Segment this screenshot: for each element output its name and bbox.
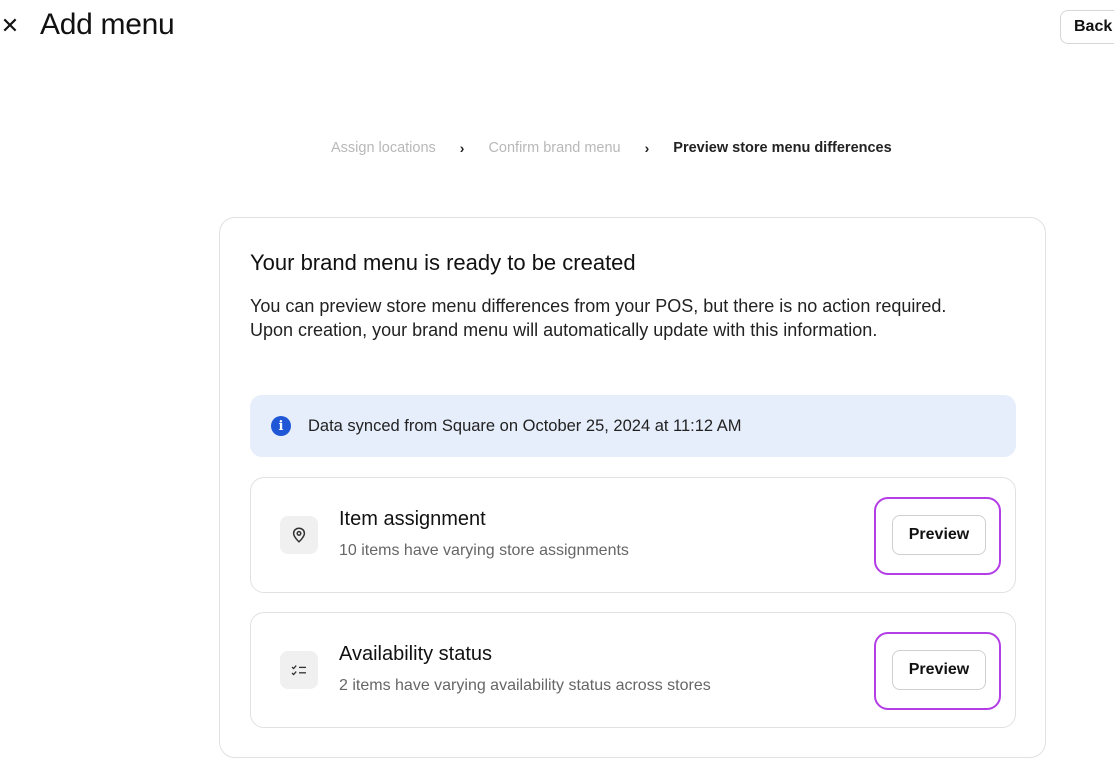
card-title: Your brand menu is ready to be created: [250, 250, 636, 275]
close-button[interactable]: ✕: [0, 10, 20, 42]
close-icon: ✕: [0, 13, 20, 38]
breadcrumb-step-assign-locations[interactable]: Assign locations: [331, 140, 436, 156]
sync-info-banner: i Data synced from Square on October 25,…: [250, 395, 1016, 457]
breadcrumb-step-confirm-brand-menu[interactable]: Confirm brand menu: [488, 140, 620, 156]
availability-status-title: Availability status: [339, 643, 493, 665]
chevron-right-icon: ›: [644, 140, 650, 156]
breadcrumb-step-preview-differences: Preview store menu differences: [673, 140, 892, 156]
breadcrumb: Assign locations › Confirm brand menu › …: [331, 140, 892, 156]
availability-status-subtitle: 2 items have varying availability status…: [339, 677, 711, 694]
item-assignment-subtitle: 10 items have varying store assignments: [339, 542, 629, 559]
item-assignment-preview-button[interactable]: Preview: [892, 515, 986, 555]
sync-info-text: Data synced from Square on October 25, 2…: [308, 416, 742, 435]
menu-ready-card: Your brand menu is ready to be created Y…: [219, 217, 1046, 758]
availability-status-row: Availability status 2 items have varying…: [250, 612, 1016, 728]
chevron-right-icon: ›: [459, 140, 465, 156]
info-icon: i: [271, 416, 291, 436]
item-assignment-row: Item assignment 10 items have varying st…: [250, 477, 1016, 593]
back-button[interactable]: Back: [1060, 10, 1114, 44]
availability-status-preview-button[interactable]: Preview: [892, 650, 986, 690]
checklist-icon: [280, 651, 318, 689]
card-description: You can preview store menu differences f…: [250, 296, 947, 340]
location-pin-icon: [280, 516, 318, 554]
page-title: Add menu: [40, 8, 175, 41]
item-assignment-title: Item assignment: [339, 508, 486, 530]
